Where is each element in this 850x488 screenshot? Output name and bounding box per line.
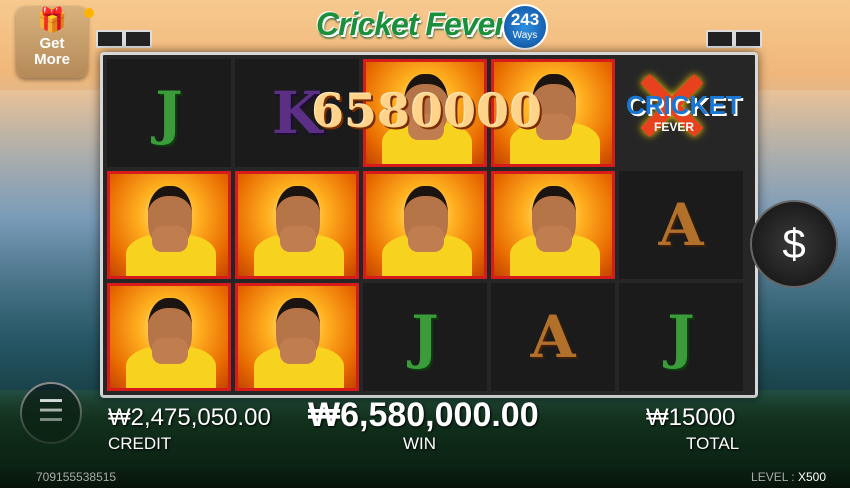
wild-label-2: FEVER xyxy=(654,120,695,134)
gift-icon: 🎁 xyxy=(37,7,67,34)
total-bet-value[interactable]: ₩15000 xyxy=(646,404,735,432)
reel-symbol-cricketer xyxy=(491,171,615,279)
total-bet-label: TOTAL xyxy=(686,434,740,453)
spin-button[interactable]: $ xyxy=(750,200,838,288)
level-label: LEVEL : xyxy=(751,470,795,484)
cricketer-portrait xyxy=(238,286,356,388)
cricketer-portrait xyxy=(110,286,228,388)
cricketer-portrait xyxy=(238,174,356,276)
reel-symbol-cricketer xyxy=(235,283,359,391)
dollar-icon: $ xyxy=(782,220,806,267)
ways-number: 243 xyxy=(510,10,540,29)
cricketer-portrait xyxy=(366,174,484,276)
reel-symbol-a: A xyxy=(491,283,615,391)
logo-title: Cricket Fever xyxy=(316,6,507,42)
win-label: WIN xyxy=(403,434,437,453)
session-id: 709155538515 xyxy=(36,470,117,484)
cricketer-portrait xyxy=(110,174,228,276)
notification-dot xyxy=(84,8,94,18)
reel-symbol-j: J xyxy=(107,59,231,167)
reel-symbol-cricketer xyxy=(235,171,359,279)
win-amount-overlay: 6580000 xyxy=(312,84,544,138)
floodlight-icon xyxy=(96,30,124,48)
stadium-background-left xyxy=(0,90,110,390)
symbol-letter: A xyxy=(658,191,704,259)
level-indicator: LEVEL : X500 xyxy=(751,470,826,484)
reel-symbol-cricketer xyxy=(107,283,231,391)
wild-symbol: ✕ CRICKET FEVER xyxy=(620,52,748,164)
symbol-letter: J xyxy=(155,79,183,147)
symbol-letter: J xyxy=(667,303,695,371)
symbol-letter: J xyxy=(411,303,439,371)
symbol-letter: A xyxy=(530,303,576,371)
get-more-label-1: Get xyxy=(39,35,65,52)
reel-symbol-cricketer xyxy=(107,171,231,279)
ways-label: Ways xyxy=(512,30,538,41)
floodlight-icon xyxy=(124,30,152,48)
reel-symbol-j: J xyxy=(619,283,743,391)
game-logo: Cricket Fever 243 Ways xyxy=(308,0,548,50)
reel-symbol-a: A xyxy=(619,171,743,279)
win-value: ₩6,580,000.00 xyxy=(308,396,539,434)
credit-value: ₩2,475,050.00 xyxy=(108,404,271,431)
level-value: X500 xyxy=(797,470,826,484)
ways-badge: 243 Ways xyxy=(502,4,548,50)
cricketer-portrait xyxy=(494,174,612,276)
get-more-label-2: More xyxy=(34,51,70,68)
wild-label-1: CRICKET xyxy=(626,90,742,120)
reel-symbol-j: J xyxy=(363,283,487,391)
credit-label: CREDIT xyxy=(108,434,172,453)
get-more-button[interactable]: 🎁 Get More xyxy=(16,6,94,78)
reel-symbol-cricketer xyxy=(363,171,487,279)
floodlight-icon xyxy=(706,30,734,48)
floodlight-icon xyxy=(734,30,762,48)
